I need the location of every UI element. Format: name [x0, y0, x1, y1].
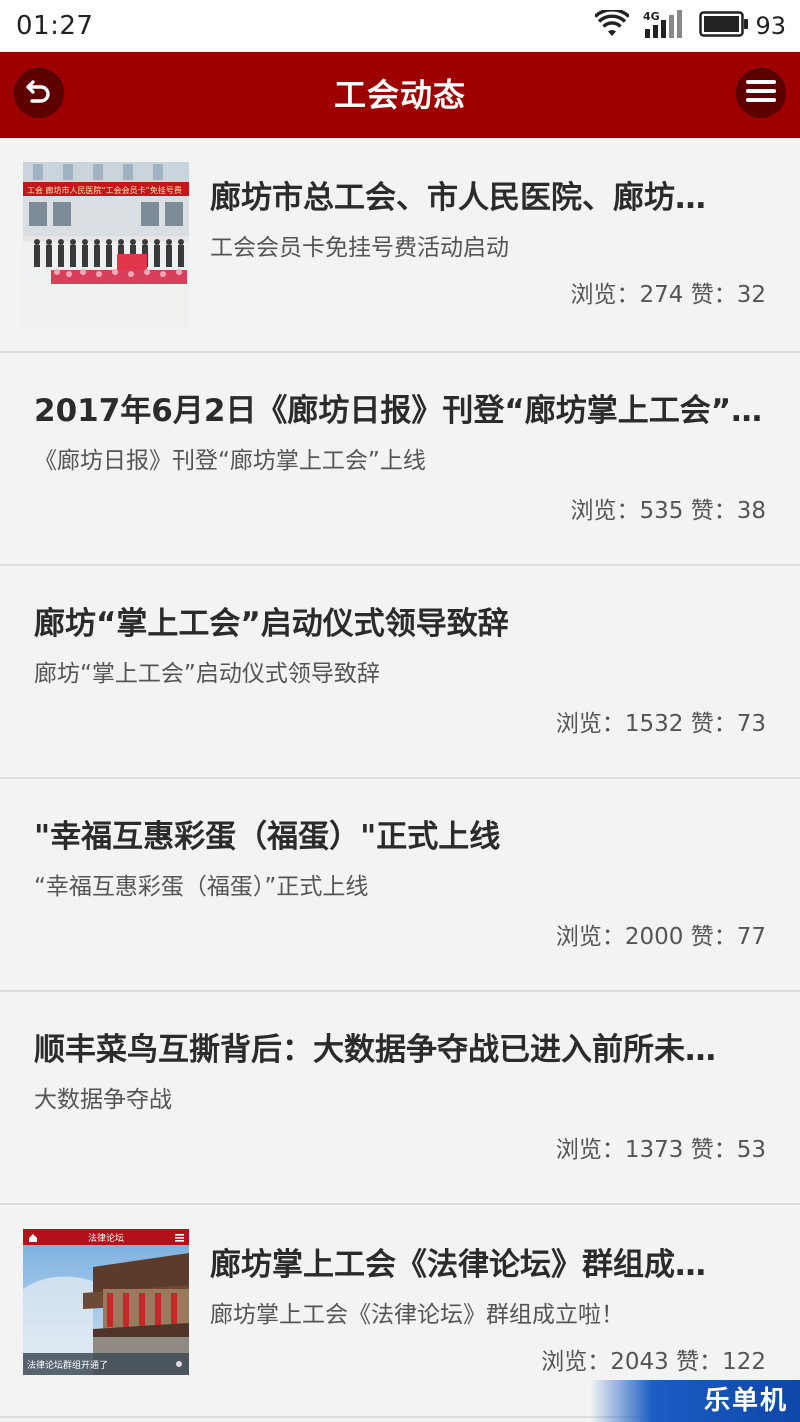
news-subtitle: 廊坊掌上工会《法律论坛》群组成立啦！: [210, 1302, 624, 1328]
news-title: 顺丰菜鸟互撕背后：大数据争夺战已进入前所未…: [34, 1032, 716, 1068]
news-subtitle: 廊坊“掌上工会”启动仪式领导致辞: [34, 661, 380, 687]
page-title: 工会动态: [333, 76, 466, 114]
news-item[interactable]: "幸福互惠彩蛋（福蛋）"正式上线 “幸福互惠彩蛋（福蛋）”正式上线 浏览：200…: [0, 779, 800, 992]
cellular-signal-icon: 4G: [643, 9, 685, 43]
news-thumbnail-ceremony: 工会 廊坊市人民医院“工会会员卡”免挂号费: [23, 162, 189, 328]
battery-icon: [699, 11, 749, 41]
news-thumbnail-forum: 法律论坛 法律论坛群组开通了: [23, 1229, 189, 1395]
news-title: 廊坊掌上工会《法律论坛》群组成…: [210, 1247, 706, 1283]
thumb-banner-text: 工会 廊坊市人民医院“工会会员卡”免挂号费: [27, 185, 182, 195]
news-subtitle: 《廊坊日报》刊登“廊坊掌上工会”上线: [34, 448, 426, 474]
news-item[interactable]: 顺丰菜鸟互撕背后：大数据争夺战已进入前所未… 大数据争夺战 浏览：1373 赞：…: [0, 992, 800, 1205]
hamburger-menu-icon: [746, 78, 776, 108]
back-button[interactable]: [14, 68, 64, 118]
news-item[interactable]: 2017年6月2日《廊坊日报》刊登“廊坊掌上工会”… 《廊坊日报》刊登“廊坊掌上…: [0, 353, 800, 566]
app-header: 工会动态: [0, 52, 800, 138]
menu-button[interactable]: [736, 68, 786, 118]
news-item[interactable]: 工会 廊坊市人民医院“工会会员卡”免挂号费 廊坊市总工会、市人民医院、廊坊… 工…: [0, 138, 800, 353]
back-arrow-icon: [24, 76, 54, 110]
news-stats: 浏览：2043 赞：122: [541, 1349, 766, 1375]
thumb-caption-text: 法律论坛群组开通了: [27, 1359, 108, 1371]
news-stats: 浏览：535 赞：38: [570, 498, 766, 524]
news-title: 廊坊“掌上工会”启动仪式领导致辞: [34, 606, 509, 642]
status-time: 01:27: [16, 11, 94, 41]
news-stats: 浏览：1532 赞：73: [555, 711, 766, 737]
news-stats: 浏览：274 赞：32: [570, 282, 766, 308]
news-subtitle: 大数据争夺战: [34, 1087, 172, 1113]
news-title: "幸福互惠彩蛋（福蛋）"正式上线: [34, 819, 501, 855]
status-icons: 4G 93: [594, 0, 786, 52]
news-subtitle: “幸福互惠彩蛋（福蛋）”正式上线: [34, 874, 369, 900]
status-bar: 01:27 4G 93: [0, 0, 800, 52]
news-stats: 浏览：1373 赞：53: [555, 1137, 766, 1163]
news-item[interactable]: 廊坊“掌上工会”启动仪式领导致辞 廊坊“掌上工会”启动仪式领导致辞 浏览：153…: [0, 566, 800, 779]
news-title: 2017年6月2日《廊坊日报》刊登“廊坊掌上工会”…: [34, 393, 763, 429]
news-title: 廊坊市总工会、市人民医院、廊坊…: [210, 180, 706, 216]
network-type-label: 4G: [643, 10, 660, 23]
news-subtitle: 工会会员卡免挂号费活动启动: [210, 235, 509, 261]
battery-indicator: 93: [699, 0, 786, 52]
battery-level: 93: [755, 12, 786, 40]
news-stats: 浏览：2000 赞：77: [555, 924, 766, 950]
thumb-header-text: 法律论坛: [88, 1232, 124, 1244]
wifi-icon: [594, 8, 631, 42]
news-list: 工会 廊坊市人民医院“工会会员卡”免挂号费 廊坊市总工会、市人民医院、廊坊… 工…: [0, 138, 800, 1422]
watermark-logo: 乐单机: [590, 1380, 800, 1422]
